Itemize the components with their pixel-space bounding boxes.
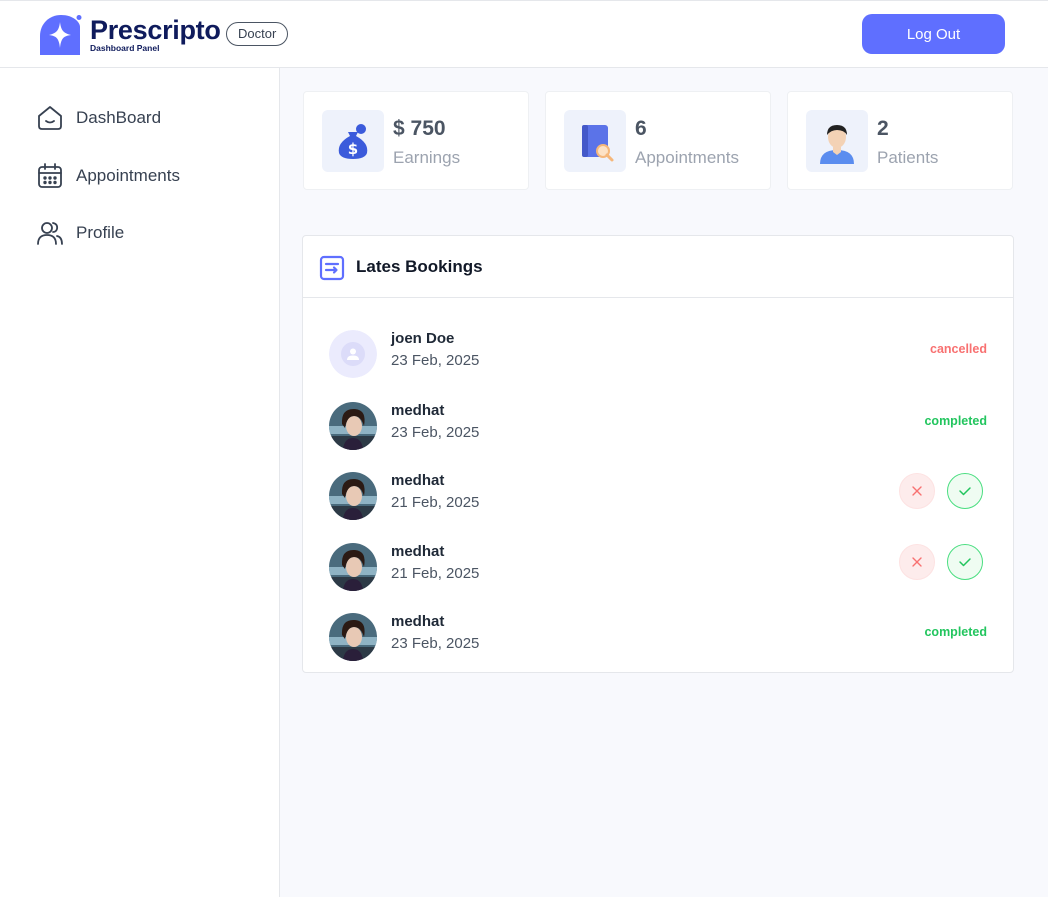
- avatar: [329, 543, 377, 591]
- booking-date: 21 Feb, 2025: [391, 565, 480, 582]
- user-photo: [329, 402, 377, 450]
- avatar-placeholder: [329, 330, 377, 378]
- svg-text:$: $: [348, 140, 358, 158]
- booking-row: medhat 23 Feb, 2025 completed: [303, 607, 1013, 667]
- earnings-card: $ $ 750 Earnings: [303, 91, 529, 190]
- user-photo: [329, 543, 377, 591]
- close-icon: [912, 486, 922, 496]
- patient-name: joen Doe: [391, 330, 455, 347]
- brand-name: Prescripto: [90, 15, 221, 45]
- panel-title: Lates Bookings: [356, 257, 483, 276]
- latest-bookings-panel: Lates Bookings joen Doe 23 Feb, 2025 can…: [302, 235, 1014, 673]
- complete-appointment-button[interactable]: [947, 473, 983, 509]
- calendar-icon: [38, 163, 62, 188]
- appointment-book-icon: [582, 125, 614, 162]
- check-icon: [959, 487, 971, 496]
- booking-date: 23 Feb, 2025: [391, 635, 480, 652]
- check-icon: [959, 558, 971, 567]
- sidebar-item-appointments[interactable]: Appointments: [36, 162, 180, 190]
- patient-name: medhat: [391, 472, 445, 489]
- patient-name: medhat: [391, 402, 445, 419]
- appointments-label: Appointments: [635, 148, 739, 167]
- complete-appointment-button[interactable]: [947, 544, 983, 580]
- sidebar-item-profile[interactable]: Profile: [36, 219, 124, 247]
- avatar: [329, 613, 377, 661]
- patient-name: medhat: [391, 543, 445, 560]
- user-photo: [329, 472, 377, 520]
- patients-card: 2 Patients: [787, 91, 1013, 190]
- status-badge: completed: [924, 625, 987, 639]
- patients-value: 2: [877, 117, 889, 140]
- sidebar-item-label: DashBoard: [76, 108, 162, 127]
- home-icon: [38, 106, 62, 130]
- earnings-label: Earnings: [393, 148, 461, 167]
- status-badge: cancelled: [930, 342, 987, 356]
- list-icon: [319, 255, 345, 281]
- user-placeholder-icon: [329, 330, 377, 378]
- avatar: [329, 472, 377, 520]
- role-badge: Doctor: [226, 22, 289, 46]
- appointments-card: 6 Appointments: [545, 91, 771, 190]
- status-badge: completed: [924, 414, 987, 428]
- booking-date: 21 Feb, 2025: [391, 494, 480, 511]
- avatar: [329, 402, 377, 450]
- booking-row: medhat 21 Feb, 2025: [303, 537, 1013, 597]
- user-photo: [329, 613, 377, 661]
- people-icon: [37, 222, 63, 245]
- booking-row: medhat 23 Feb, 2025 completed: [303, 396, 1013, 456]
- top-header: Prescripto Dashboard Panel Doctor Log Ou…: [0, 0, 1048, 68]
- prescripto-logo-icon: [40, 15, 82, 55]
- logout-button[interactable]: Log Out: [862, 14, 1005, 54]
- booking-row: medhat 21 Feb, 2025: [303, 466, 1013, 526]
- sidebar: DashBoard Appointments Profile: [0, 68, 280, 897]
- appointments-value: 6: [635, 117, 647, 140]
- money-bag-icon: $: [338, 124, 368, 159]
- panel-header: Lates Bookings: [303, 236, 1013, 298]
- cancel-appointment-button[interactable]: [899, 544, 935, 580]
- brand: Prescripto Dashboard Panel: [90, 15, 221, 53]
- patient-name: medhat: [391, 613, 445, 630]
- close-icon: [912, 557, 922, 567]
- sidebar-item-dashboard[interactable]: DashBoard: [36, 104, 161, 132]
- patients-label: Patients: [877, 148, 939, 167]
- booking-row: joen Doe 23 Feb, 2025 cancelled: [303, 324, 1013, 384]
- booking-date: 23 Feb, 2025: [391, 352, 480, 369]
- sidebar-item-label: Appointments: [76, 166, 180, 185]
- cancel-appointment-button[interactable]: [899, 473, 935, 509]
- patient-icon: [820, 125, 854, 164]
- earnings-value: $ 750: [393, 117, 446, 140]
- booking-date: 23 Feb, 2025: [391, 424, 480, 441]
- sidebar-item-label: Profile: [76, 223, 125, 242]
